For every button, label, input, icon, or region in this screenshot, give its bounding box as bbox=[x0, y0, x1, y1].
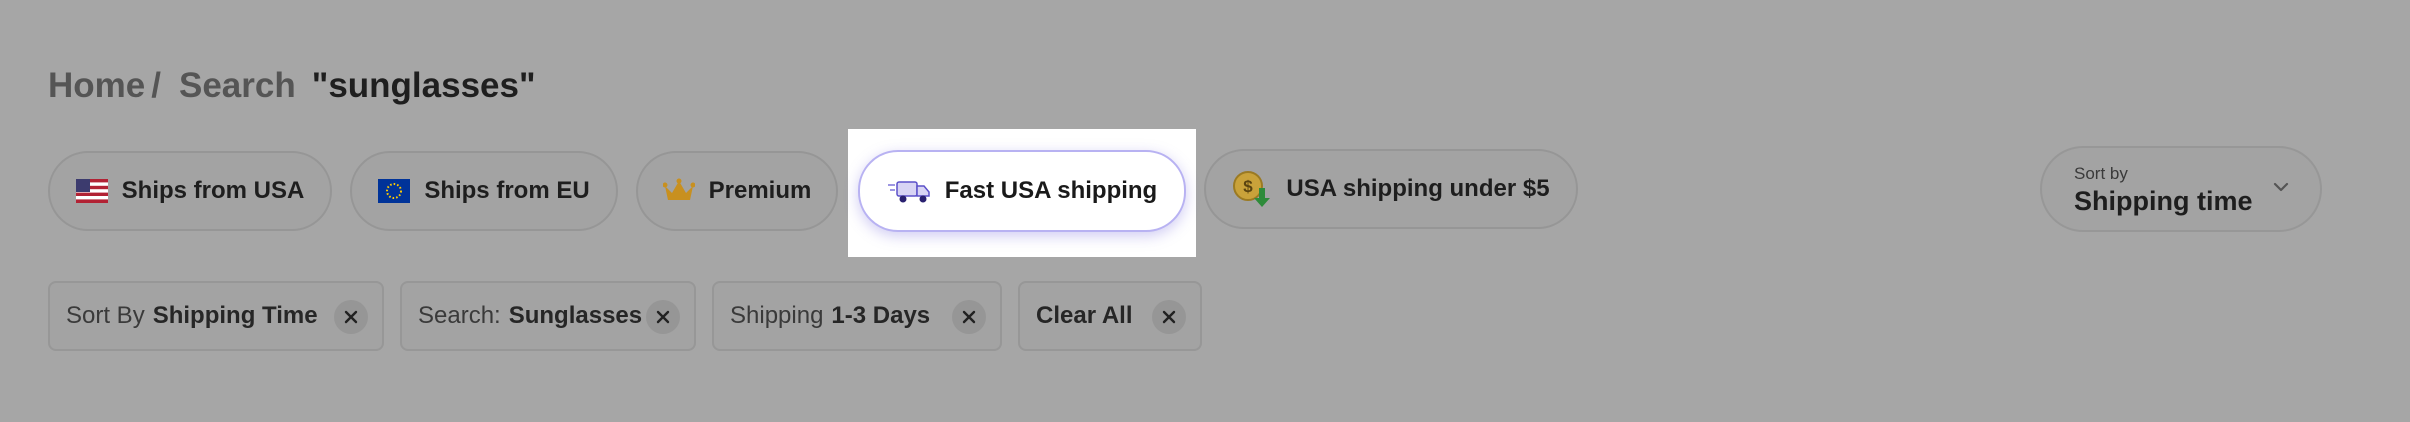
tag-value: 1-3 Days bbox=[831, 302, 931, 329]
breadcrumb-separator: / bbox=[151, 66, 161, 105]
close-icon bbox=[656, 310, 670, 324]
tag-prefix: Shipping bbox=[730, 302, 824, 329]
remove-filter-button[interactable] bbox=[952, 300, 986, 334]
applied-filter-shipping: Shipping 1-3 Days bbox=[712, 281, 1002, 351]
filter-fast-usa-shipping[interactable]: Fast USA shipping bbox=[858, 150, 1186, 232]
breadcrumb-home-link[interactable]: Home bbox=[48, 66, 145, 106]
sort-label: Sort by bbox=[2074, 164, 2128, 183]
eu-flag-icon bbox=[378, 179, 411, 203]
filter-ships-from-usa[interactable]: Ships from USA bbox=[48, 151, 332, 231]
coin-down-arrow-icon: $ bbox=[1232, 170, 1272, 208]
sort-dropdown[interactable]: Sort by Shipping time bbox=[2040, 146, 2322, 232]
close-icon bbox=[1162, 310, 1176, 324]
filter-label: Ships from EU bbox=[424, 177, 590, 204]
tag-prefix: Search: bbox=[418, 302, 501, 329]
breadcrumb: Home / Search "sunglasses" bbox=[48, 66, 536, 106]
filter-premium[interactable]: Premium bbox=[636, 151, 838, 231]
clear-all-label: Clear All bbox=[1036, 302, 1133, 329]
remove-filter-button[interactable] bbox=[646, 300, 680, 334]
clear-all-filters[interactable]: Clear All bbox=[1018, 281, 1202, 351]
breadcrumb-search-query: "sunglasses" bbox=[311, 66, 536, 105]
filter-ships-from-eu[interactable]: Ships from EU bbox=[350, 151, 618, 231]
close-icon bbox=[962, 310, 976, 324]
chevron-down-icon bbox=[2272, 180, 2290, 198]
clear-all-button[interactable] bbox=[1152, 300, 1186, 334]
us-flag-icon bbox=[75, 179, 108, 203]
applied-filter-sort: Sort By Shipping Time bbox=[48, 281, 384, 351]
filter-label: Fast USA shipping bbox=[944, 177, 1158, 204]
tag-value: Shipping Time bbox=[152, 302, 318, 329]
svg-text:$: $ bbox=[1244, 177, 1254, 196]
sort-value: Shipping time bbox=[2074, 186, 2253, 216]
filter-label: USA shipping under $5 bbox=[1286, 175, 1550, 202]
breadcrumb-search-label: Search bbox=[178, 66, 296, 105]
filter-usa-shipping-under-5[interactable]: $ USA shipping under $5 bbox=[1204, 149, 1578, 229]
close-icon bbox=[344, 310, 358, 324]
crown-icon bbox=[662, 178, 695, 204]
search-page: Home / Search "sunglasses" Ships from US… bbox=[0, 0, 2410, 422]
fast-truck-icon bbox=[887, 176, 931, 206]
filter-label: Premium bbox=[708, 177, 812, 204]
applied-filter-search: Search: Sunglasses bbox=[400, 281, 696, 351]
tag-value: Sunglasses bbox=[508, 302, 643, 329]
remove-filter-button[interactable] bbox=[334, 300, 368, 334]
filter-label: Ships from USA bbox=[121, 177, 305, 204]
tag-prefix: Sort By bbox=[66, 302, 145, 329]
